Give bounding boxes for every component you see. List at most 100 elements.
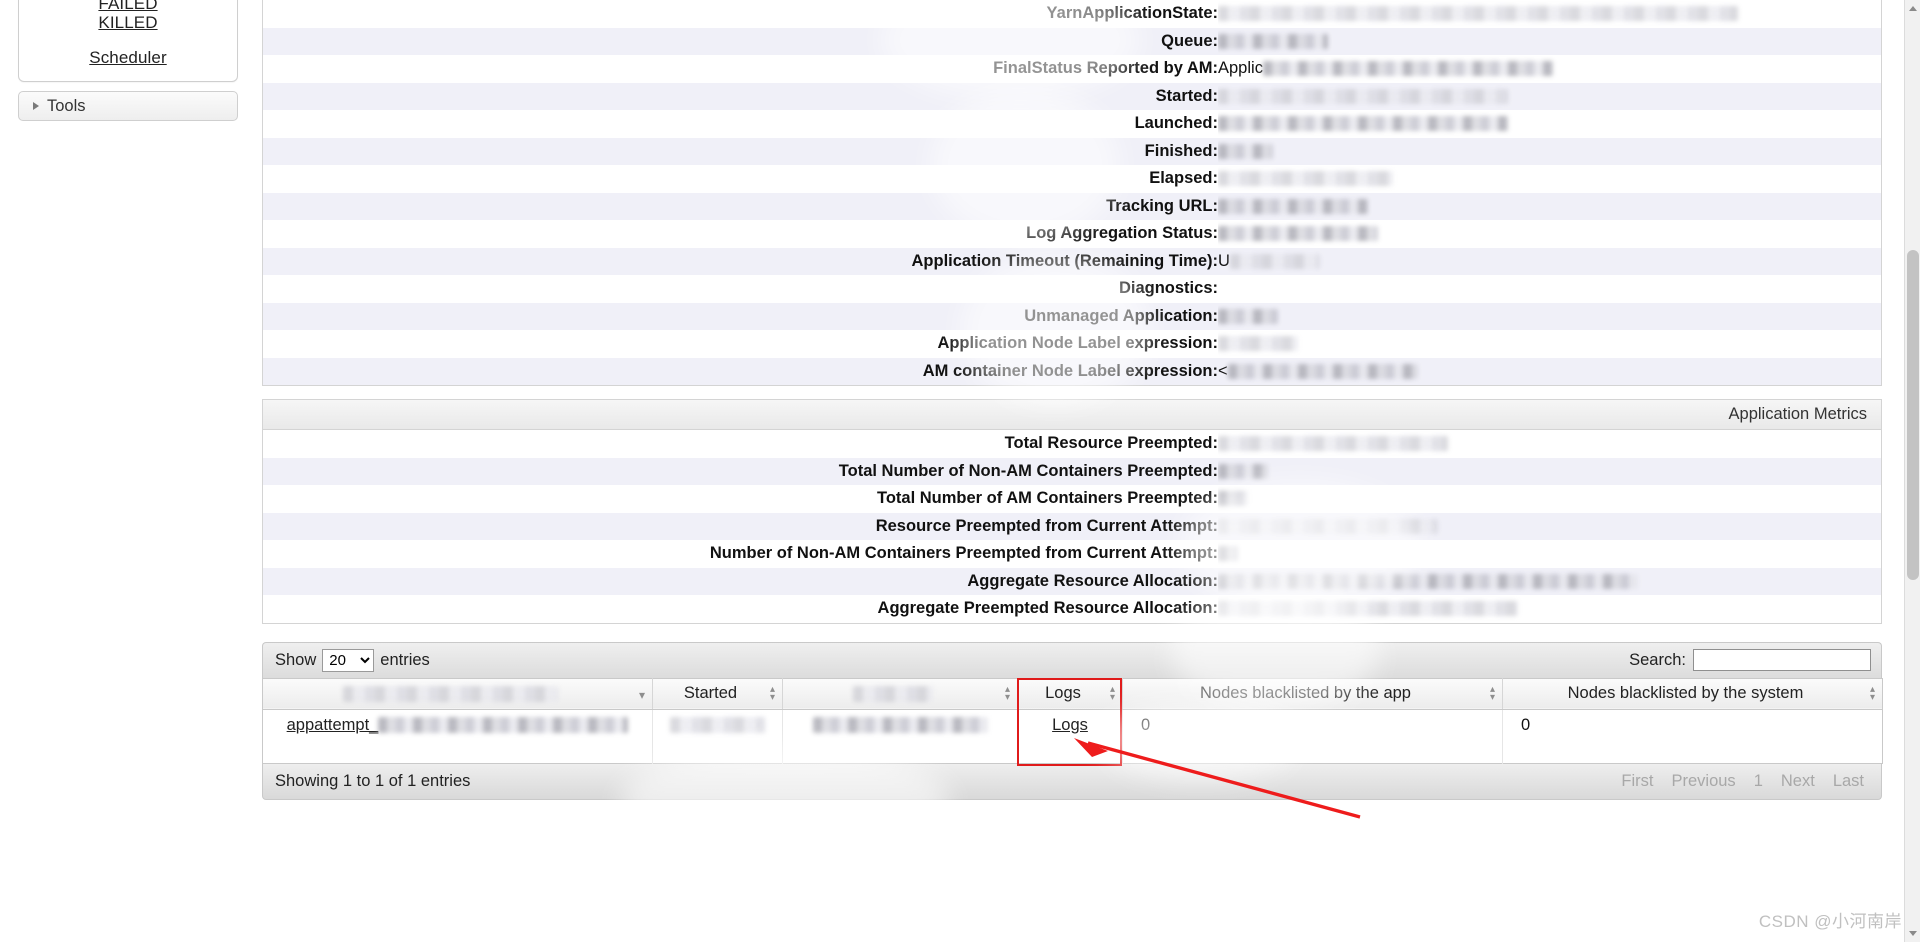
detail-row-value (1218, 485, 1881, 513)
entries-label: entries (380, 650, 430, 669)
detail-row-value (1218, 275, 1881, 303)
redacted-value (1218, 6, 1738, 22)
scroll-up-icon[interactable] (1905, 0, 1920, 17)
pagination-next[interactable]: Next (1772, 770, 1824, 793)
redacted-value (853, 685, 933, 702)
detail-row-value (1218, 513, 1881, 541)
sort-both-icon[interactable]: ▴ ▾ (1490, 684, 1495, 702)
redacted-value (670, 717, 765, 734)
detail-row-label: Log Aggregation Status: (1026, 224, 1218, 243)
sort-desc-icon[interactable]: ▾ (639, 689, 645, 701)
logs-link[interactable]: Logs (1052, 716, 1088, 734)
detail-row-label: Total Number of Non-AM Containers Preemp… (838, 461, 1218, 480)
detail-row-value (1218, 110, 1881, 138)
sort-both-icon[interactable]: ▴ ▾ (1110, 684, 1115, 702)
column-header-3[interactable]: Logs ▴ ▾ (1017, 678, 1123, 710)
redacted-value (1218, 601, 1518, 617)
redacted-value (343, 685, 558, 702)
redacted-value (1218, 116, 1508, 132)
detail-row: Application Node Label expression: (263, 330, 1881, 358)
column-header-0[interactable]: ▾ (262, 678, 653, 710)
vertical-scrollbar[interactable] (1904, 0, 1920, 942)
detail-row: Unmanaged Application: (263, 302, 1881, 330)
column-header-label: Nodes blacklisted by the app (1200, 684, 1411, 702)
detail-row: Total Number of AM Containers Preempted: (263, 485, 1881, 513)
search-input[interactable] (1693, 649, 1871, 671)
pagination-last[interactable]: Last (1824, 770, 1873, 793)
redacted-value (1262, 61, 1553, 77)
page-length-select[interactable]: 20406080100 (322, 648, 375, 672)
detail-row-label: Elapsed: (1149, 169, 1218, 188)
started-cell (652, 709, 783, 763)
column-header-2[interactable]: ▴ ▾ (782, 678, 1018, 710)
detail-row-label: Started: (1155, 86, 1218, 105)
scroll-down-icon[interactable] (1905, 925, 1920, 942)
detail-row: Total Number of Non-AM Containers Preemp… (263, 457, 1881, 485)
watermark: CSDN @小河南岸 (1758, 912, 1902, 931)
datatable-info: Showing 1 to 1 of 1 entries (275, 771, 471, 790)
column-header-4[interactable]: Nodes blacklisted by the app ▴ ▾ (1122, 678, 1503, 710)
pagination-1[interactable]: 1 (1745, 770, 1772, 793)
detail-value-text: < (1218, 361, 1228, 380)
sort-both-icon[interactable]: ▴ ▾ (1870, 684, 1875, 702)
detail-row-label: Aggregate Resource Allocation: (967, 571, 1218, 590)
detail-row-label: Unmanaged Application: (1024, 306, 1218, 325)
detail-row-value: Applic (1218, 55, 1881, 83)
nav-link-failed[interactable]: FAILED (19, 0, 237, 13)
detail-row: AM container Node Label expression: < (263, 357, 1881, 386)
detail-row: FinalStatus Reported by AM: Applic (263, 55, 1881, 83)
redacted-value (1218, 518, 1438, 534)
detail-row-label: Finished: (1144, 141, 1218, 160)
pagination-previous[interactable]: Previous (1662, 770, 1744, 793)
pagination-first[interactable]: First (1612, 770, 1662, 793)
scrollbar-thumb[interactable] (1907, 250, 1919, 580)
detail-row-label: YarnApplicationState: (1046, 4, 1218, 23)
redacted-value (1218, 336, 1298, 352)
detail-row-value: < (1218, 358, 1881, 386)
datatable-footer: Showing 1 to 1 of 1 entries First Previou… (262, 763, 1882, 800)
sort-both-icon[interactable]: ▴ ▾ (770, 684, 775, 702)
detail-row: Aggregate Preempted Resource Allocation: (263, 595, 1881, 623)
sort-both-icon[interactable]: ▴ ▾ (1005, 684, 1010, 702)
tools-accordion[interactable]: Tools (18, 91, 238, 121)
redacted-value (1218, 573, 1638, 589)
application-details-table: YarnApplicationState: Queue: FinalStatus R… (263, 0, 1881, 385)
attempt-id-link[interactable]: appattempt_ (287, 716, 379, 734)
application-metrics-panel: Application Metrics Total Resource Preem… (262, 399, 1882, 624)
redacted-value (1218, 308, 1278, 324)
detail-row-value (1218, 193, 1881, 221)
column-header-5[interactable]: Nodes blacklisted by the system ▴ ▾ (1502, 678, 1883, 710)
yarn-application-page: ACCEPTED RUNNING FINISHED FAILED KILLED … (0, 0, 1920, 942)
detail-row-label: Tracking URL: (1106, 196, 1218, 215)
application-details-panel: YarnApplicationState: Queue: FinalStatus R… (262, 0, 1882, 386)
application-metrics-header: Application Metrics (263, 400, 1881, 430)
detail-row-label: FinalStatus Reported by AM: (993, 59, 1218, 78)
detail-row-label: Aggregate Preempted Resource Allocation: (877, 599, 1218, 618)
redacted-value (378, 717, 629, 734)
detail-row: Total Resource Preempted: (263, 430, 1881, 458)
detail-row: Diagnostics: (263, 275, 1881, 303)
detail-row-value (1218, 138, 1881, 166)
detail-row-label: Application Node Label expression: (937, 334, 1218, 353)
detail-row: Resource Preempted from Current Attempt: (263, 512, 1881, 541)
detail-row-value (1218, 83, 1881, 111)
nodes-blacklisted-app-cell: 0 (1122, 709, 1503, 763)
detail-row-label: Diagnostics: (1118, 279, 1218, 298)
column-header-label: Logs (1045, 684, 1081, 702)
detail-row: Number of Non-AM Containers Preempted fr… (263, 540, 1881, 568)
column-header-1[interactable]: Started ▴ ▾ (652, 678, 783, 710)
detail-row-value (1218, 430, 1881, 458)
tools-label: Tools (47, 96, 86, 115)
detail-row-value (1218, 28, 1881, 56)
table-row: appattempt_ Logs 0 0 (262, 709, 1883, 763)
search-label: Search: (1629, 650, 1686, 669)
detail-row-label: Application Timeout (Remaining Time): (911, 251, 1219, 270)
detail-row: Elapsed: (263, 165, 1881, 193)
application-metrics-table: Total Resource Preempted: Total Number of… (263, 430, 1881, 623)
left-navigation: ACCEPTED RUNNING FINISHED FAILED KILLED … (18, 0, 238, 121)
column-header-label: Started (683, 684, 738, 702)
nav-link-scheduler[interactable]: Scheduler (19, 48, 237, 68)
show-label: Show (275, 650, 317, 669)
nav-link-killed[interactable]: KILLED (19, 13, 237, 33)
